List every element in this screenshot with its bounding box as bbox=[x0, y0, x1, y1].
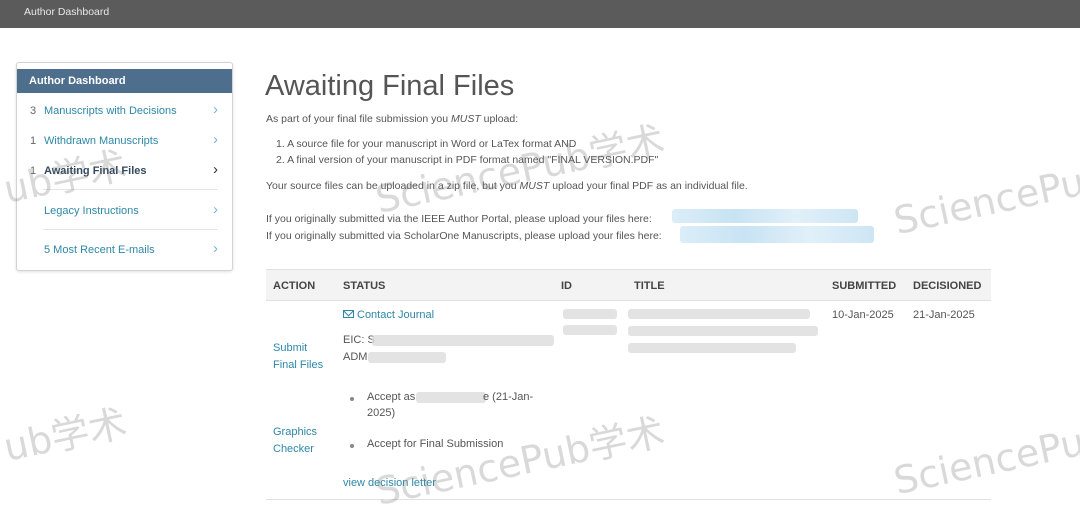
sidebar-item-legacy-instructions[interactable]: Legacy Instructions › bbox=[17, 201, 232, 221]
graphics-checker-link[interactable]: Graphics Checker bbox=[273, 426, 317, 455]
watermark: SciencePu bbox=[890, 419, 1080, 504]
intro-prefix: As part of your final file submission yo… bbox=[266, 113, 452, 125]
list-item: 2. A final version of your manuscript in… bbox=[276, 154, 659, 166]
source-files-note: Your source files can be uploaded in a z… bbox=[266, 180, 748, 192]
chevron-right-icon: › bbox=[213, 131, 218, 148]
link-line: Graphics bbox=[273, 426, 318, 438]
column-header-id: ID bbox=[561, 280, 572, 292]
accept-as-line: Accept as bbox=[367, 391, 415, 403]
adm-name-redacted bbox=[368, 352, 446, 363]
column-header-action: ACTION bbox=[273, 280, 316, 292]
chevron-right-icon: › bbox=[213, 201, 218, 218]
sidebar-item-awaiting-final-files[interactable]: 1 Awaiting Final Files › bbox=[17, 161, 232, 181]
sidebar-item-label[interactable]: Legacy Instructions bbox=[44, 205, 139, 217]
accept-final-submission: Accept for Final Submission bbox=[367, 438, 504, 450]
column-header-submitted: SUBMITTED bbox=[832, 280, 897, 292]
accept-as-year: 2025) bbox=[367, 407, 396, 419]
submit-final-files-link[interactable]: Submit Final Files bbox=[273, 342, 323, 371]
watermark: SciencePu bbox=[890, 159, 1080, 244]
manuscript-title-redacted bbox=[628, 326, 818, 336]
sidebar-divider bbox=[43, 189, 218, 190]
contact-journal-label: Contact Journal bbox=[357, 309, 435, 321]
sidebar-item-label[interactable]: 5 Most Recent E-mails bbox=[44, 244, 155, 256]
accept-as-date: e (21-Jan- bbox=[483, 391, 534, 403]
source-suffix: upload your final PDF as an individual f… bbox=[549, 180, 748, 192]
source-emphasis: MUST bbox=[519, 180, 550, 192]
accept-as-prefix: Accept as bbox=[367, 391, 416, 403]
column-header-decisioned: DECISIONED bbox=[913, 280, 982, 292]
watermark: SciencePub学术 bbox=[371, 117, 669, 222]
submitted-date: 10-Jan-2025 bbox=[832, 309, 894, 321]
decisioned-date: 21-Jan-2025 bbox=[913, 309, 975, 321]
manuscript-id-redacted bbox=[563, 309, 617, 319]
page-title: Awaiting Final Files bbox=[265, 70, 515, 102]
sidebar-item-manuscripts-with-decisions[interactable]: 3 Manuscripts with Decisions › bbox=[17, 101, 232, 121]
eic-label: EIC: S bbox=[343, 334, 375, 346]
topbar-title[interactable]: Author Dashboard bbox=[24, 6, 109, 18]
manuscript-title-redacted bbox=[628, 309, 810, 319]
intro-suffix: upload: bbox=[480, 113, 519, 125]
contact-journal-link[interactable]: Contact Journal bbox=[343, 309, 434, 321]
sidebar-item-label[interactable]: Manuscripts with Decisions bbox=[44, 105, 177, 117]
sidebar-item-withdrawn-manuscripts[interactable]: 1 Withdrawn Manuscripts › bbox=[17, 131, 232, 151]
sidebar-item-count: 1 bbox=[30, 135, 37, 147]
adm-label: ADM bbox=[343, 351, 368, 363]
intro-text: As part of your final file submission yo… bbox=[266, 113, 518, 125]
sidebar-item-label[interactable]: Withdrawn Manuscripts bbox=[44, 135, 158, 147]
manuscript-title-redacted bbox=[628, 343, 796, 353]
bullet bbox=[350, 444, 354, 448]
link-line: Submit bbox=[273, 342, 308, 354]
link-line: Checker bbox=[273, 443, 314, 455]
watermark: ub学术 bbox=[0, 400, 131, 470]
ieee-portal-line: If you originally submitted via the IEEE… bbox=[266, 213, 652, 225]
column-header-title: TITLE bbox=[634, 280, 665, 292]
table-bottom-border bbox=[266, 499, 991, 500]
bullet bbox=[350, 397, 354, 401]
envelope-icon bbox=[343, 310, 354, 318]
link-line: Final Files bbox=[273, 359, 324, 371]
sidebar: Author Dashboard 3 Manuscripts with Deci… bbox=[16, 62, 233, 271]
chevron-right-icon: › bbox=[213, 101, 218, 118]
sidebar-item-count: 3 bbox=[30, 105, 37, 117]
sidebar-header: Author Dashboard bbox=[17, 69, 232, 93]
scholarone-line: If you originally submitted via ScholarO… bbox=[266, 230, 662, 242]
column-header-status: STATUS bbox=[343, 280, 386, 292]
top-bar: Author Dashboard bbox=[0, 0, 1080, 28]
table-header: ACTION STATUS ID TITLE SUBMITTED DECISIO… bbox=[266, 269, 991, 301]
view-decision-letter-link[interactable]: view decision letter bbox=[343, 477, 436, 489]
ieee-portal-link-redacted[interactable] bbox=[672, 209, 858, 223]
sidebar-divider bbox=[43, 229, 218, 230]
intro-emphasis: MUST bbox=[451, 113, 481, 125]
sidebar-item-label[interactable]: Awaiting Final Files bbox=[44, 165, 146, 177]
eic-name-redacted bbox=[372, 335, 554, 346]
list-item: 1. A source file for your manuscript in … bbox=[276, 138, 577, 150]
sidebar-item-recent-emails[interactable]: 5 Most Recent E-mails › bbox=[17, 240, 232, 260]
chevron-right-icon: › bbox=[213, 161, 218, 178]
sidebar-item-count: 1 bbox=[30, 165, 37, 177]
source-prefix: Your source files can be uploaded in a z… bbox=[266, 180, 520, 192]
chevron-right-icon: › bbox=[213, 240, 218, 257]
manuscript-id-redacted bbox=[563, 325, 617, 335]
decision-type-redacted bbox=[416, 392, 486, 403]
scholarone-link-redacted[interactable] bbox=[680, 226, 874, 243]
watermark: SciencePub学术 bbox=[371, 409, 669, 512]
